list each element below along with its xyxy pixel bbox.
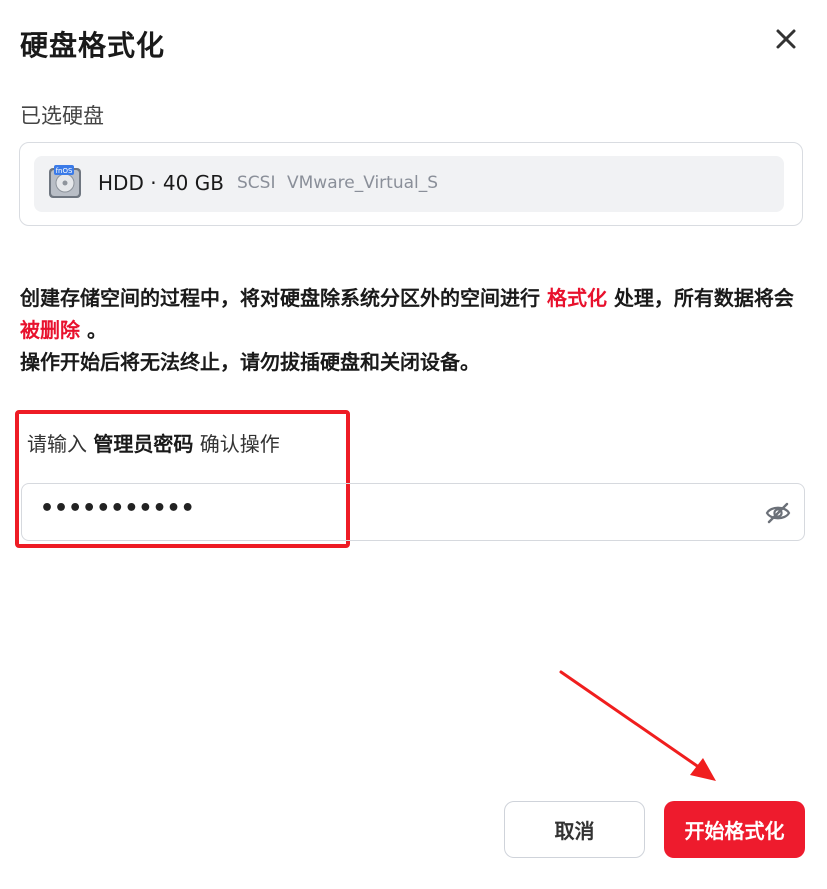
- selected-disk-label: 已选硬盘: [20, 104, 104, 128]
- password-field[interactable]: •••••••••••: [21, 483, 805, 541]
- cancel-button[interactable]: 取消: [504, 801, 645, 858]
- svg-text:fnOS: fnOS: [56, 167, 73, 175]
- warning-highlight-delete: 被删除: [20, 318, 80, 342]
- start-format-button[interactable]: 开始格式化: [664, 801, 805, 858]
- selected-disk-list: fnOS HDD · 40 GB SCSI VMware_Virtual_S: [19, 142, 803, 226]
- warning-text: 处理，所有数据将会: [613, 286, 794, 310]
- password-label: 请输入 管理员密码 确认操作: [27, 428, 280, 457]
- disk-bus: SCSI: [237, 173, 276, 193]
- password-label-prefix: 请输入: [27, 432, 87, 456]
- password-label-bold: 管理员密码: [93, 432, 194, 456]
- warning-line2: 操作开始后将无法终止，请勿拔插硬盘和关闭设备。: [20, 350, 480, 374]
- format-warning: 创建存储空间的过程中，将对硬盘除系统分区外的空间进行 格式化 处理，所有数据将会…: [20, 282, 810, 378]
- warning-text: 创建存储空间的过程中，将对硬盘除系统分区外的空间进行: [20, 286, 540, 310]
- close-icon[interactable]: [773, 26, 799, 52]
- disk-name: HDD · 40 GB: [98, 171, 224, 195]
- warning-text: 。: [86, 318, 107, 342]
- hard-disk-icon: fnOS: [49, 165, 81, 198]
- disk-model: VMware_Virtual_S: [287, 173, 439, 193]
- dialog-title: 硬盘格式化: [20, 29, 166, 62]
- warning-highlight-format: 格式化: [546, 286, 607, 310]
- disk-item: fnOS HDD · 40 GB SCSI VMware_Virtual_S: [34, 156, 784, 212]
- password-label-suffix: 确认操作: [199, 432, 280, 456]
- password-value[interactable]: •••••••••••: [40, 496, 195, 521]
- eye-slash-icon[interactable]: [764, 499, 792, 527]
